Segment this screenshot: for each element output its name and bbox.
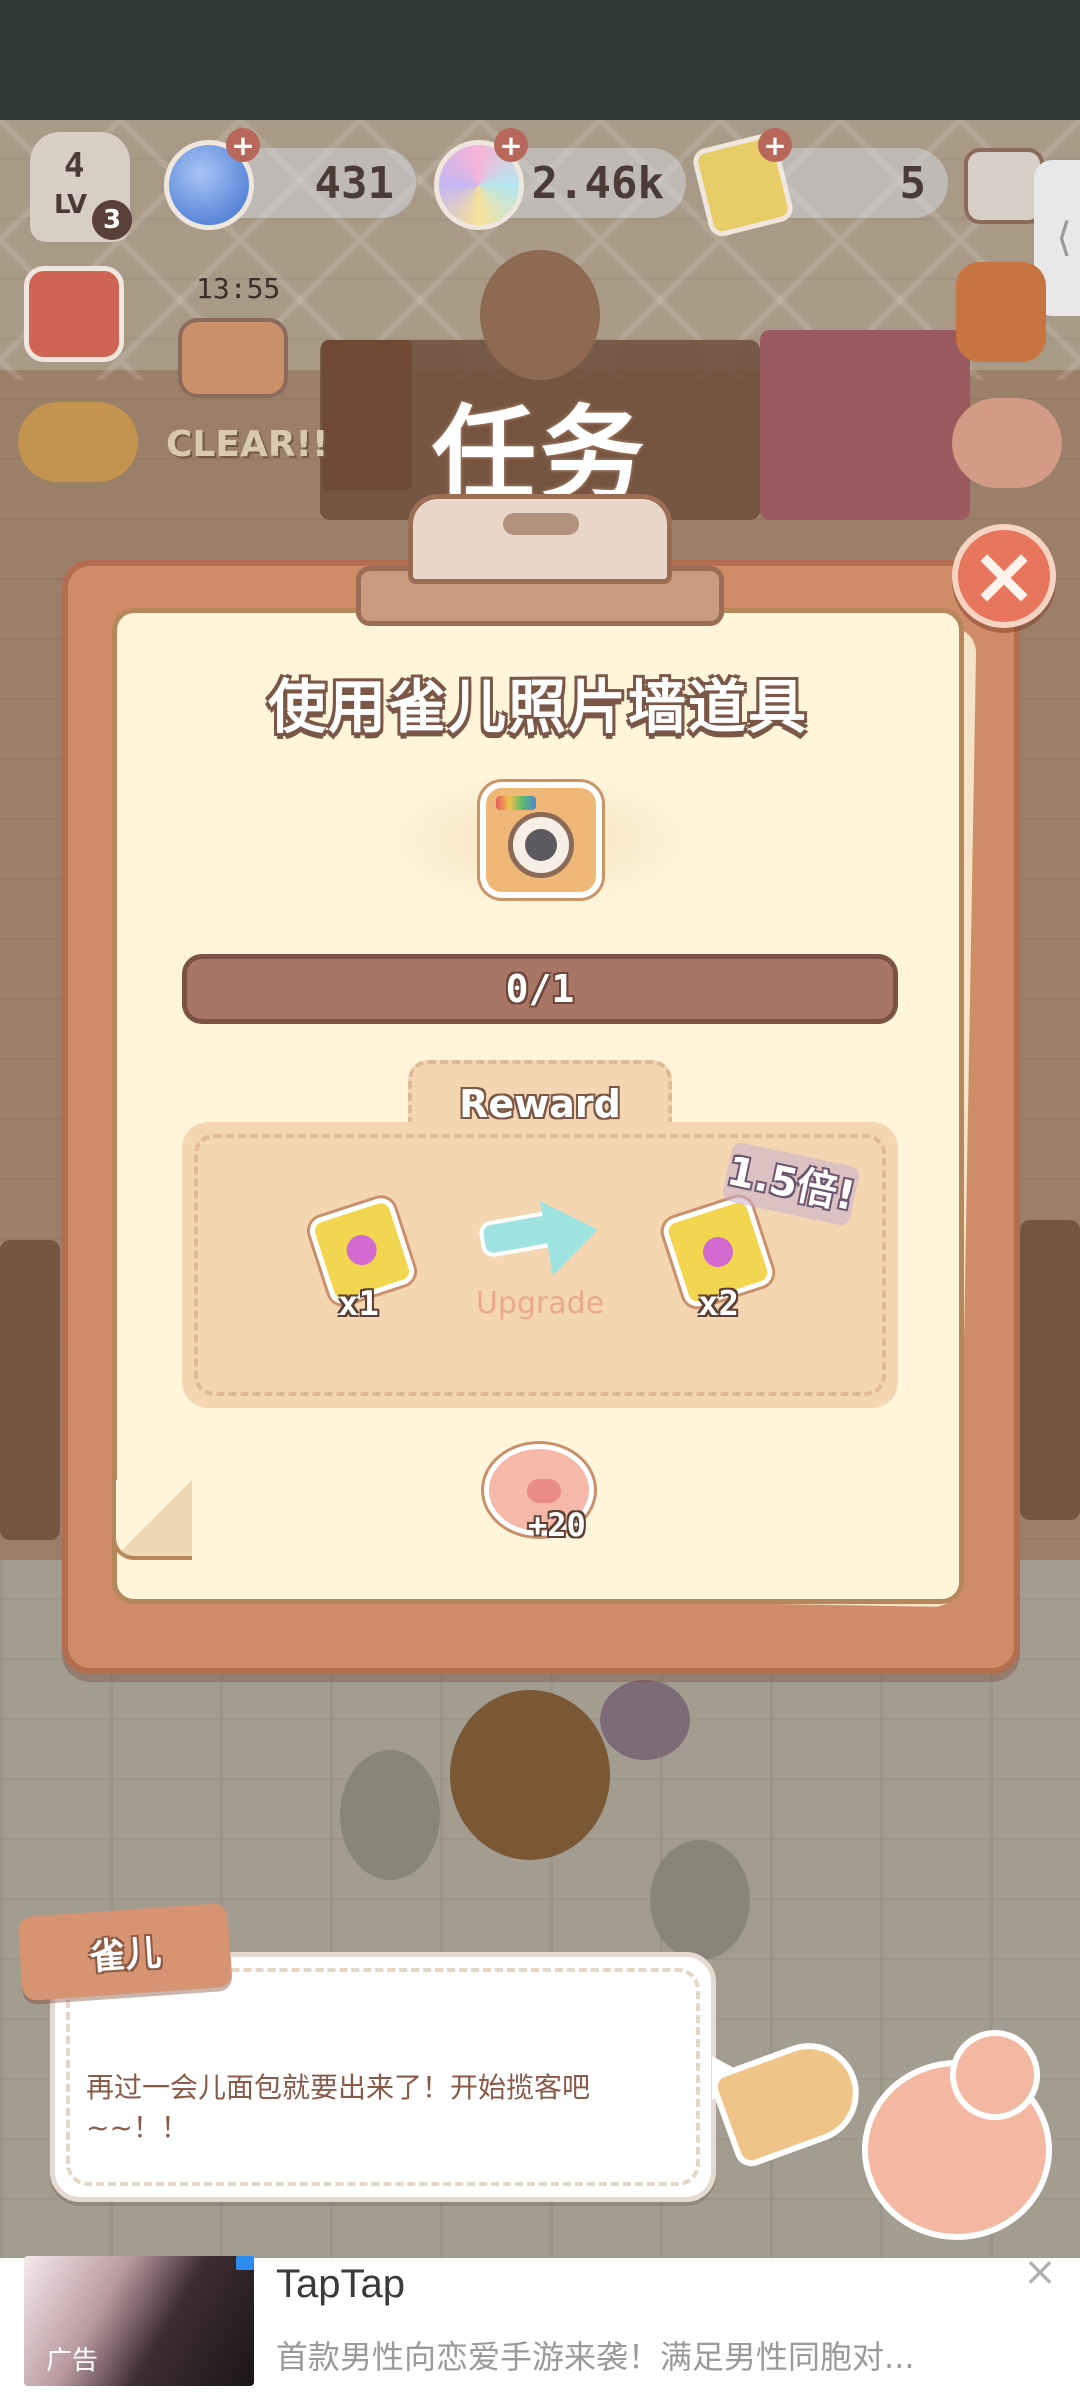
task-title: 使用雀儿照片墙道具: [267, 673, 808, 741]
add-tickets-button[interactable]: +: [758, 128, 792, 162]
close-button[interactable]: ×: [952, 524, 1056, 628]
ad-title[interactable]: TapTap: [276, 2262, 405, 2307]
add-gems-button[interactable]: +: [226, 128, 260, 162]
lion-character[interactable]: [450, 1690, 610, 1860]
pig-icon[interactable]: [952, 398, 1062, 488]
base-multiplier: x1: [338, 1284, 379, 1324]
status-bar-area: [0, 0, 1080, 120]
pink-cabinet: [760, 330, 970, 520]
speaker-name: 雀儿: [87, 1932, 163, 1979]
dialogue-text: 再过一会儿面包就要出来了！开始揽客吧~~！！: [86, 2071, 591, 2144]
ad-close-button[interactable]: ×: [1018, 2250, 1062, 2294]
level-badge[interactable]: 4 LV 3: [30, 132, 132, 242]
tickets-value: 5: [899, 157, 927, 209]
pig-bonus-value: +20: [528, 1506, 586, 1544]
cat-customer[interactable]: [650, 1840, 750, 1960]
timer-text: 13:55: [196, 272, 281, 305]
clear-label: CLEAR!!: [166, 424, 329, 465]
menu-list-icon[interactable]: [964, 148, 1044, 224]
ad-description[interactable]: 首款男性向恋爱手游来袭！满足男性同胞对...: [276, 2332, 1036, 2378]
level-count-badge: 3: [92, 200, 132, 240]
coins-value: 2.46k: [531, 157, 664, 209]
clip-top: [408, 494, 672, 584]
arrow-right-icon: [477, 1192, 605, 1276]
fox-character[interactable]: [480, 250, 600, 380]
calendar-icon[interactable]: [24, 266, 124, 362]
speaker-name-tag: 雀儿: [17, 1902, 233, 2002]
cat-customer[interactable]: [340, 1750, 440, 1880]
ad-source-badge: [236, 2256, 254, 2270]
signboard-icon[interactable]: [178, 318, 288, 398]
upgrade-label: Upgrade: [475, 1286, 605, 1321]
right-shelf: [1020, 1220, 1080, 1520]
dog-face-icon[interactable]: [18, 402, 138, 482]
upgraded-multiplier: x2: [698, 1284, 739, 1324]
level-value: 4: [64, 146, 85, 186]
left-shelf: [0, 1240, 60, 1540]
task-progress-bar: 0/1: [182, 954, 898, 1024]
penguin-character[interactable]: [600, 1680, 690, 1760]
jar-icon[interactable]: [956, 262, 1046, 362]
add-coins-button[interactable]: +: [494, 128, 528, 162]
progress-text: 0/1: [505, 967, 575, 1011]
paper-fold-corner: [112, 1480, 192, 1560]
reward-label: Reward: [459, 1082, 621, 1126]
ad-label: 广告: [46, 2346, 99, 2376]
gems-value: 431: [314, 157, 394, 209]
mouse-npc-with-megaphone: [707, 2020, 1080, 2260]
close-icon: ×: [970, 529, 1038, 622]
level-label: LV: [54, 190, 88, 220]
camera-icon: [480, 782, 602, 898]
